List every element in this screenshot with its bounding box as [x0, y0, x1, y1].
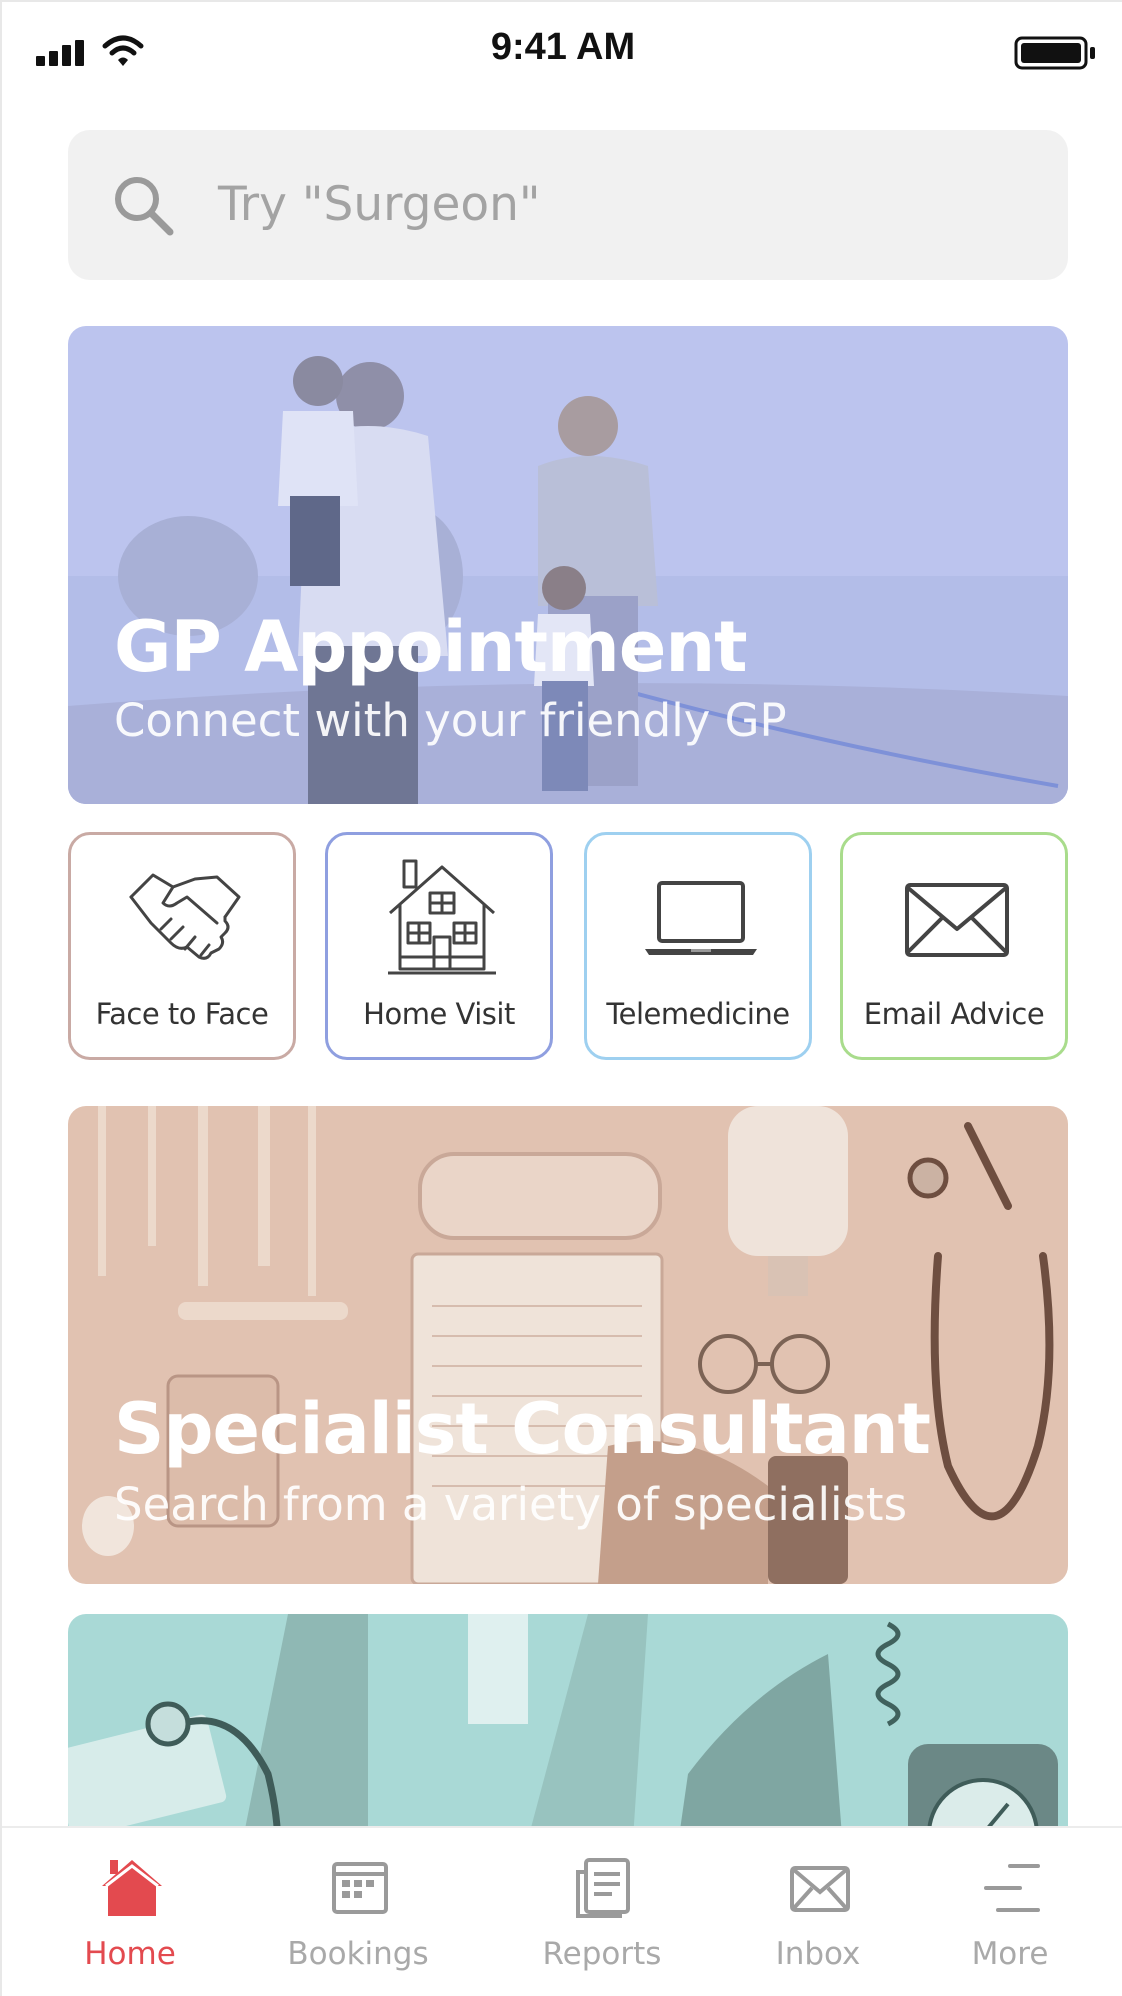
house-icon: [388, 859, 496, 975]
telemedicine-tile[interactable]: Telemedicine: [584, 832, 812, 1060]
status-bar: 9:41 AM: [2, 2, 1122, 94]
tile-label: Face to Face: [95, 997, 269, 1031]
tab-reports[interactable]: Reports: [512, 1828, 692, 1996]
search-input[interactable]: Try "Surgeon": [218, 130, 541, 280]
menu-icon: [984, 1864, 1040, 1912]
tab-bookings[interactable]: Bookings: [268, 1828, 448, 1996]
search-bar[interactable]: Try "Surgeon": [68, 130, 1068, 280]
tab-inbox[interactable]: Inbox: [728, 1828, 908, 1996]
handshake-icon: [129, 873, 241, 960]
tab-bar: Home Bookings Reports Inbox More: [2, 1826, 1122, 1996]
tab-label: Bookings: [287, 1936, 429, 1972]
banner-subtitle: Connect with your friendly GP: [114, 694, 787, 747]
tile-label: Home Visit: [363, 997, 515, 1031]
envelope-icon: [905, 883, 1009, 957]
gp-appointment-banner[interactable]: GP Appointment Connect with your friendl…: [68, 326, 1068, 804]
report-icon: [576, 1858, 630, 1918]
calendar-icon: [332, 1862, 388, 1914]
tab-more[interactable]: More: [920, 1828, 1100, 1996]
home-icon: [102, 1860, 162, 1916]
tile-label: Email Advice: [863, 997, 1045, 1031]
tab-label: More: [971, 1936, 1049, 1972]
tile-label: Telemedicine: [606, 997, 790, 1031]
specialist-consultant-banner[interactable]: Specialist Consultant Search from a vari…: [68, 1106, 1068, 1584]
app-screen: 9:41 AM Try "Surgeon" GP Appointment Con…: [0, 0, 1122, 1996]
clock: 9:41 AM: [490, 26, 636, 68]
email-advice-tile[interactable]: Email Advice: [840, 832, 1068, 1060]
battery-icon: [1014, 36, 1095, 70]
tab-home[interactable]: Home: [40, 1828, 220, 1996]
search-icon: [115, 177, 174, 236]
banner-title: Specialist Consultant: [114, 1388, 931, 1470]
tab-label: Inbox: [775, 1936, 861, 1972]
laptop-icon: [645, 881, 757, 955]
tab-label: Home: [84, 1936, 176, 1972]
face-to-face-tile[interactable]: Face to Face: [68, 832, 296, 1060]
tab-label: Reports: [542, 1936, 662, 1972]
inbox-icon: [790, 1866, 850, 1912]
banner-subtitle: Search from a variety of specialists: [114, 1478, 908, 1531]
home-visit-tile[interactable]: Home Visit: [325, 832, 553, 1060]
banner-title: GP Appointment: [114, 606, 748, 688]
